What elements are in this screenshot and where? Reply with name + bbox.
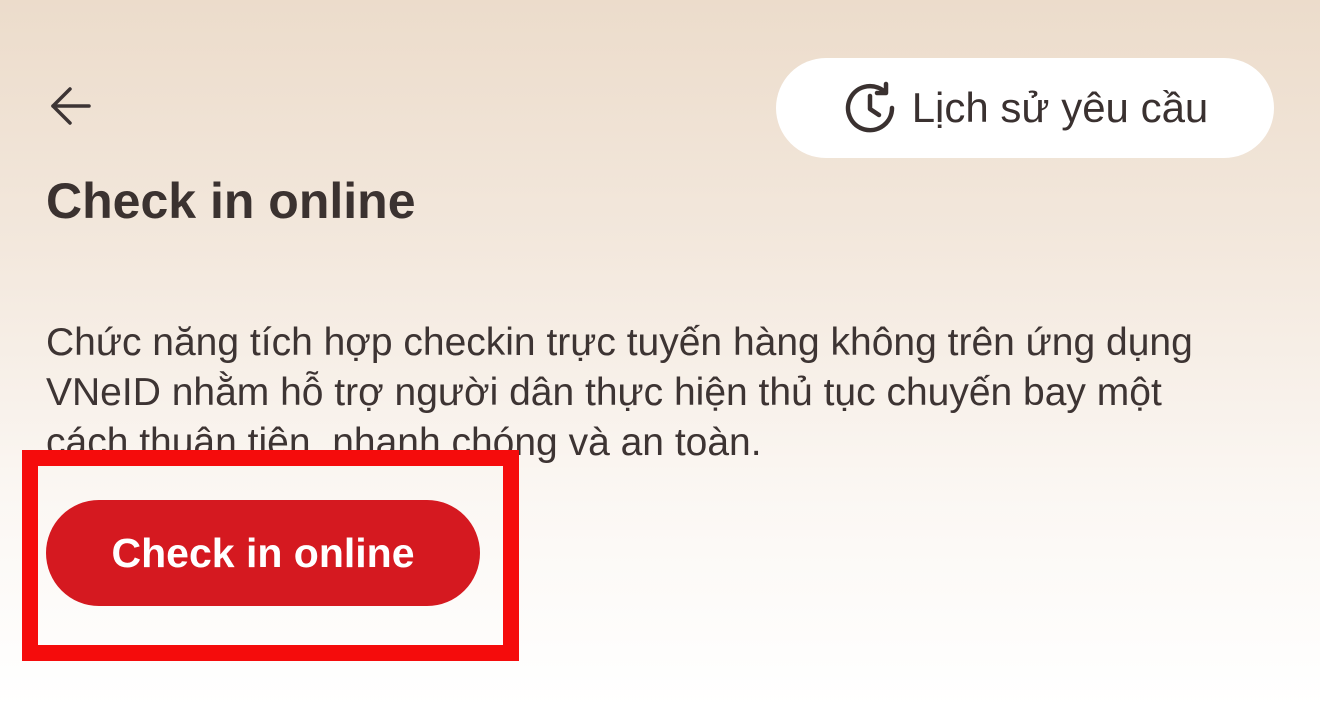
- back-button[interactable]: [46, 80, 106, 136]
- arrow-left-icon: [46, 82, 94, 135]
- history-clock-icon: [842, 80, 898, 136]
- check-in-online-button[interactable]: Check in online: [46, 500, 480, 606]
- page-title: Check in online: [46, 173, 416, 229]
- feature-description: Chức năng tích hợp checkin trực tuyến hà…: [46, 321, 1193, 464]
- request-history-label: Lịch sử yêu cầu: [911, 84, 1209, 131]
- request-history-button[interactable]: Lịch sử yêu cầu: [776, 58, 1274, 158]
